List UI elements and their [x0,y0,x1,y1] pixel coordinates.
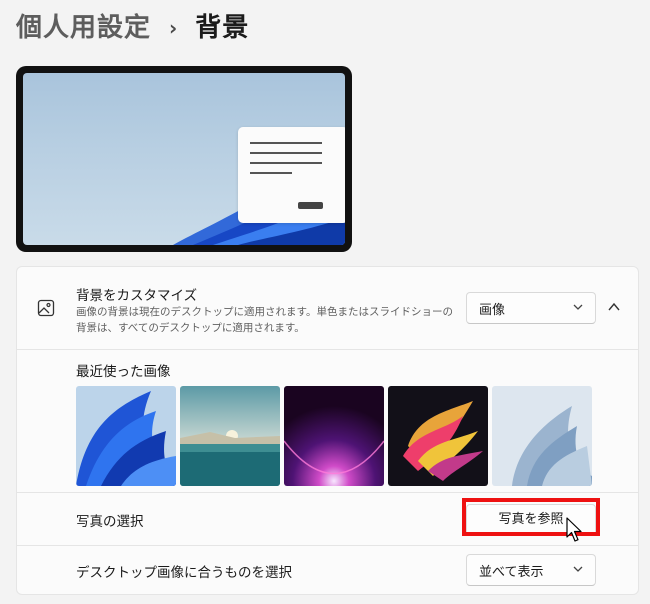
recent-image-5[interactable] [492,386,592,486]
desktop-preview [16,66,352,252]
background-customize-row[interactable]: 背景をカスタマイズ 画像の背景は現在のデスクトップに適用されます。単色またはスラ… [17,267,638,350]
breadcrumb-parent-link[interactable]: 個人用設定 [16,10,151,46]
preview-wallpaper [23,73,345,245]
picture-icon [37,299,55,317]
recent-images-list [76,386,592,486]
fit-row: デスクトップ画像に合うものを選択 並べて表示 [17,546,638,594]
chevron-up-icon[interactable] [606,299,622,315]
mouse-cursor-icon [566,517,582,542]
background-type-dropdown[interactable]: 画像 [466,292,596,324]
fit-dropdown[interactable]: 並べて表示 [466,554,596,586]
page-title: 背景 [195,13,250,43]
fit-value: 並べて表示 [479,565,544,580]
background-settings-card: 背景をカスタマイズ 画像の背景は現在のデスクトップに適用されます。単色またはスラ… [16,266,639,595]
chevron-down-icon [573,304,583,310]
recent-image-3[interactable] [284,386,384,486]
recent-image-4[interactable] [388,386,488,486]
recent-images-row: 最近使った画像 [17,350,638,493]
choose-photo-row: 写真の選択 写真を参照 [17,493,638,546]
recent-images-label: 最近使った画像 [76,364,171,380]
breadcrumb-separator: › [169,16,178,40]
choose-photo-label: 写真の選択 [76,514,144,530]
background-description: 画像の背景は現在のデスクトップに適用されます。単色またはスライドショーの背景は、… [76,306,453,334]
recent-image-2[interactable] [180,386,280,486]
fit-label: デスクトップ画像に合うものを選択 [76,565,292,581]
background-type-value: 画像 [479,303,506,318]
preview-window [238,127,345,223]
background-title: 背景をカスタマイズ [76,288,198,304]
chevron-down-icon [573,566,583,572]
breadcrumb: 個人用設定 › 背景 [16,10,249,46]
recent-image-1[interactable] [76,386,176,486]
